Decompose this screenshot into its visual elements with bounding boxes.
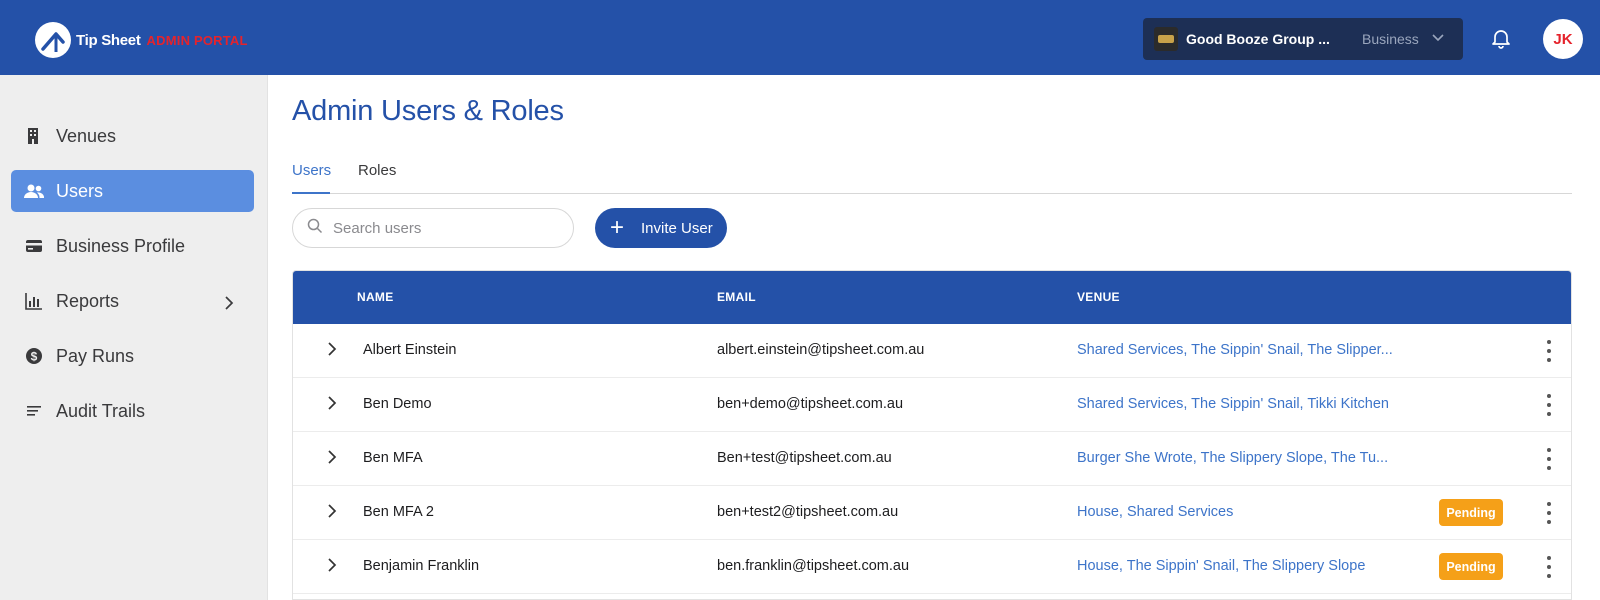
sidebar-item-pay-runs[interactable]: $ Pay Runs xyxy=(11,335,254,377)
more-options-icon[interactable] xyxy=(1543,340,1555,362)
table-row[interactable]: Benjamin Franklin ben.franklin@tipsheet.… xyxy=(293,540,1571,594)
sidebar: Venues Users Business Profile Reports $ … xyxy=(0,75,268,600)
search-input[interactable] xyxy=(333,219,553,237)
tab-roles[interactable]: Roles xyxy=(358,162,396,179)
expand-chevron-icon[interactable] xyxy=(327,503,337,524)
tab-bar: Users Roles xyxy=(292,150,1572,194)
sidebar-item-audit-trails[interactable]: Audit Trails xyxy=(11,390,254,432)
table-row[interactable]: Ben MFA Ben+test@tipsheet.com.au Burger … xyxy=(293,432,1571,486)
sidebar-item-label: Audit Trails xyxy=(56,400,146,421)
invite-user-button[interactable]: + Invite User xyxy=(595,208,727,248)
user-venues[interactable]: Shared Services, The Sippin' Snail, The … xyxy=(1077,342,1393,358)
sidebar-item-label: Pay Runs xyxy=(56,345,135,366)
active-tab-indicator xyxy=(292,192,330,194)
building-icon xyxy=(24,126,44,146)
user-name: Ben MFA xyxy=(363,450,423,466)
more-options-icon[interactable] xyxy=(1543,394,1555,416)
svg-text:$: $ xyxy=(31,350,38,364)
avatar[interactable]: JK xyxy=(1543,19,1583,59)
table-header: NAME EMAIL VENUE xyxy=(293,271,1571,324)
chevron-right-icon xyxy=(224,294,234,315)
sidebar-item-reports[interactable]: Reports xyxy=(11,280,254,322)
column-header-name[interactable]: NAME xyxy=(357,290,394,304)
sidebar-item-label: Reports xyxy=(56,290,120,311)
top-bar: Tip Sheet ADMIN PORTAL Good Booze Group … xyxy=(0,0,1600,75)
user-email: Ben+test@tipsheet.com.au xyxy=(717,450,892,466)
chart-icon xyxy=(24,291,44,311)
dollar-icon: $ xyxy=(24,346,44,366)
sidebar-item-label: Business Profile xyxy=(56,235,186,256)
table-row[interactable]: Ben MFA 2 ben+test2@tipsheet.com.au Hous… xyxy=(293,486,1571,540)
expand-chevron-icon[interactable] xyxy=(327,395,337,416)
user-name: Ben MFA 2 xyxy=(363,504,434,520)
business-logo xyxy=(1154,27,1178,51)
invite-user-label: Invite User xyxy=(641,219,713,237)
user-email: ben.franklin@tipsheet.com.au xyxy=(717,558,910,574)
business-type: Business xyxy=(1362,31,1419,47)
expand-chevron-icon[interactable] xyxy=(327,449,337,470)
sidebar-item-venues[interactable]: Venues xyxy=(11,115,254,157)
logo[interactable]: Tip Sheet ADMIN PORTAL xyxy=(35,22,248,58)
sidebar-item-business-profile[interactable]: Business Profile xyxy=(11,225,254,267)
sidebar-item-label: Users xyxy=(56,180,104,201)
users-icon xyxy=(24,181,44,201)
plus-icon: + xyxy=(610,214,625,241)
more-options-icon[interactable] xyxy=(1543,556,1555,578)
logo-text: Tip Sheet xyxy=(76,31,141,49)
users-table: NAME EMAIL VENUE Albert Einstein albert.… xyxy=(292,270,1572,600)
table-row[interactable]: Ben Demo ben+demo@tipsheet.com.au Shared… xyxy=(293,378,1571,432)
user-email: ben+demo@tipsheet.com.au xyxy=(717,396,904,412)
more-options-icon[interactable] xyxy=(1543,502,1555,524)
status-badge: Pending xyxy=(1439,499,1503,526)
column-header-email[interactable]: EMAIL xyxy=(717,290,756,304)
sidebar-item-users[interactable]: Users xyxy=(11,170,254,212)
logo-subtitle: ADMIN PORTAL xyxy=(146,32,248,48)
table-row[interactable]: Albert Einstein albert.einstein@tipsheet… xyxy=(293,324,1571,378)
user-venues[interactable]: House, The Sippin' Snail, The Slippery S… xyxy=(1077,558,1365,574)
user-email: albert.einstein@tipsheet.com.au xyxy=(717,342,925,358)
list-icon xyxy=(24,401,44,421)
status-badge: Pending xyxy=(1439,553,1503,580)
chevron-down-icon xyxy=(1431,30,1445,48)
user-email: ben+test2@tipsheet.com.au xyxy=(717,504,899,520)
user-name: Ben Demo xyxy=(363,396,432,412)
user-venues[interactable]: Shared Services, The Sippin' Snail, Tikk… xyxy=(1077,396,1389,412)
bell-icon[interactable] xyxy=(1490,27,1512,54)
business-selector[interactable]: Good Booze Group ... Business xyxy=(1143,18,1463,60)
search-icon xyxy=(307,218,323,239)
expand-chevron-icon[interactable] xyxy=(327,557,337,578)
card-icon xyxy=(24,236,44,256)
tab-users[interactable]: Users xyxy=(292,162,331,179)
logo-mark-icon xyxy=(35,22,71,58)
user-venues[interactable]: Burger She Wrote, The Slippery Slope, Th… xyxy=(1077,450,1388,466)
page-title: Admin Users & Roles xyxy=(292,95,564,127)
user-name: Benjamin Franklin xyxy=(363,558,480,574)
expand-chevron-icon[interactable] xyxy=(327,341,337,362)
business-name: Good Booze Group ... xyxy=(1186,31,1330,47)
column-header-venue[interactable]: VENUE xyxy=(1077,290,1120,304)
user-name: Albert Einstein xyxy=(363,342,457,358)
search-box[interactable] xyxy=(292,208,574,248)
user-venues[interactable]: House, Shared Services xyxy=(1077,504,1233,520)
sidebar-item-label: Venues xyxy=(56,125,117,146)
more-options-icon[interactable] xyxy=(1543,448,1555,470)
